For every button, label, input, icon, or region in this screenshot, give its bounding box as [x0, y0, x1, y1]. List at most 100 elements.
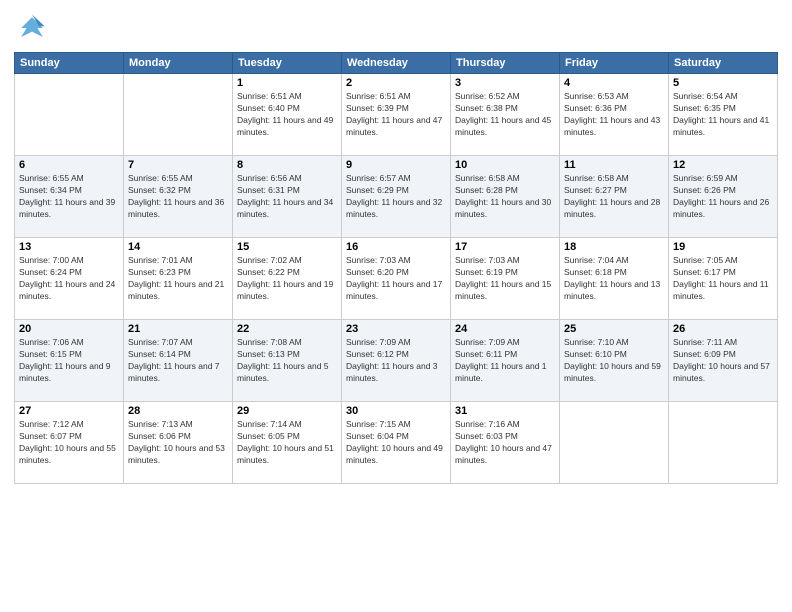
header-saturday: Saturday — [669, 53, 778, 74]
day-info: Sunrise: 7:00 AM Sunset: 6:24 PM Dayligh… — [19, 255, 119, 303]
table-row: 2 Sunrise: 6:51 AM Sunset: 6:39 PM Daylig… — [342, 74, 451, 156]
day-info: Sunrise: 7:03 AM Sunset: 6:19 PM Dayligh… — [455, 255, 555, 303]
day-number: 17 — [455, 241, 555, 253]
day-info: Sunrise: 6:58 AM Sunset: 6:27 PM Dayligh… — [564, 173, 664, 221]
day-number: 31 — [455, 405, 555, 417]
header-wednesday: Wednesday — [342, 53, 451, 74]
day-number: 7 — [128, 159, 228, 171]
day-info: Sunrise: 7:15 AM Sunset: 6:04 PM Dayligh… — [346, 419, 446, 467]
table-row — [669, 402, 778, 484]
table-row — [15, 74, 124, 156]
calendar-week-row: 27Sunrise: 7:12 AM Sunset: 6:07 PM Dayli… — [15, 402, 778, 484]
table-row: 1 Sunrise: 6:51 AM Sunset: 6:40 PM Daylig… — [233, 74, 342, 156]
table-row: 6 Sunrise: 6:55 AM Sunset: 6:34 PM Daylig… — [15, 156, 124, 238]
table-row: 7 Sunrise: 6:55 AM Sunset: 6:32 PM Daylig… — [124, 156, 233, 238]
table-row: 17 Sunrise: 7:03 AM Sunset: 6:19 PM Dayli… — [451, 238, 560, 320]
table-row — [124, 74, 233, 156]
table-row: 20 Sunrise: 7:06 AM Sunset: 6:15 PM Dayli… — [15, 320, 124, 402]
day-number: 12 — [673, 159, 773, 171]
day-number: 13 — [19, 241, 119, 253]
table-row: 31 Sunrise: 7:16 AM Sunset: 6:03 PM Dayli… — [451, 402, 560, 484]
header-thursday: Thursday — [451, 53, 560, 74]
day-info: Sunrise: 6:51 AM Sunset: 6:40 PM Dayligh… — [237, 91, 337, 139]
day-number: 28 — [128, 405, 228, 417]
day-number: 20 — [19, 323, 119, 335]
table-row: 22 Sunrise: 7:08 AM Sunset: 6:13 PM Dayli… — [233, 320, 342, 402]
day-info: Sunrise: 7:01 AM Sunset: 6:23 PM Dayligh… — [128, 255, 228, 303]
calendar-page: Sunday Monday Tuesday Wednesday Thursday… — [0, 0, 792, 612]
day-info: Sunrise: 7:09 AM Sunset: 6:11 PM Dayligh… — [455, 337, 555, 385]
day-info: Sunrise: 6:56 AM Sunset: 6:31 PM Dayligh… — [237, 173, 337, 221]
day-number: 27 — [19, 405, 119, 417]
table-row: 10 Sunrise: 6:58 AM Sunset: 6:28 PM Dayli… — [451, 156, 560, 238]
day-info: Sunrise: 7:02 AM Sunset: 6:22 PM Dayligh… — [237, 255, 337, 303]
table-row: 12 Sunrise: 6:59 AM Sunset: 6:26 PM Dayli… — [669, 156, 778, 238]
day-info: Sunrise: 7:11 AM Sunset: 6:09 PM Dayligh… — [673, 337, 773, 385]
table-row: 8 Sunrise: 6:56 AM Sunset: 6:31 PM Daylig… — [233, 156, 342, 238]
table-row: 13 Sunrise: 7:00 AM Sunset: 6:24 PM Dayli… — [15, 238, 124, 320]
table-row: 24Sunrise: 7:09 AM Sunset: 6:11 PM Dayli… — [451, 320, 560, 402]
table-row: 19 Sunrise: 7:05 AM Sunset: 6:17 PM Dayli… — [669, 238, 778, 320]
header-monday: Monday — [124, 53, 233, 74]
day-number: 29 — [237, 405, 337, 417]
day-number: 2 — [346, 77, 446, 89]
day-info: Sunrise: 6:55 AM Sunset: 6:34 PM Dayligh… — [19, 173, 119, 221]
day-info: Sunrise: 7:05 AM Sunset: 6:17 PM Dayligh… — [673, 255, 773, 303]
table-row: 21Sunrise: 7:07 AM Sunset: 6:14 PM Dayli… — [124, 320, 233, 402]
logo-icon — [14, 10, 50, 46]
table-row: 11 Sunrise: 6:58 AM Sunset: 6:27 PM Dayli… — [560, 156, 669, 238]
day-info: Sunrise: 7:04 AM Sunset: 6:18 PM Dayligh… — [564, 255, 664, 303]
table-row: 15 Sunrise: 7:02 AM Sunset: 6:22 PM Dayli… — [233, 238, 342, 320]
day-info: Sunrise: 6:55 AM Sunset: 6:32 PM Dayligh… — [128, 173, 228, 221]
day-number: 23 — [346, 323, 446, 335]
day-info: Sunrise: 7:13 AM Sunset: 6:06 PM Dayligh… — [128, 419, 228, 467]
table-row: 23 Sunrise: 7:09 AM Sunset: 6:12 PM Dayli… — [342, 320, 451, 402]
day-number: 14 — [128, 241, 228, 253]
table-row: 14 Sunrise: 7:01 AM Sunset: 6:23 PM Dayli… — [124, 238, 233, 320]
day-info: Sunrise: 6:59 AM Sunset: 6:26 PM Dayligh… — [673, 173, 773, 221]
table-row: 5 Sunrise: 6:54 AM Sunset: 6:35 PM Daylig… — [669, 74, 778, 156]
day-info: Sunrise: 6:54 AM Sunset: 6:35 PM Dayligh… — [673, 91, 773, 139]
day-number: 15 — [237, 241, 337, 253]
day-number: 22 — [237, 323, 337, 335]
table-row: 3Sunrise: 6:52 AM Sunset: 6:38 PM Daylig… — [451, 74, 560, 156]
day-number: 11 — [564, 159, 664, 171]
table-row: 30 Sunrise: 7:15 AM Sunset: 6:04 PM Dayli… — [342, 402, 451, 484]
day-number: 19 — [673, 241, 773, 253]
day-number: 9 — [346, 159, 446, 171]
day-number: 30 — [346, 405, 446, 417]
header-tuesday: Tuesday — [233, 53, 342, 74]
calendar-week-row: 1 Sunrise: 6:51 AM Sunset: 6:40 PM Daylig… — [15, 74, 778, 156]
table-row: 9 Sunrise: 6:57 AM Sunset: 6:29 PM Daylig… — [342, 156, 451, 238]
day-number: 18 — [564, 241, 664, 253]
table-row: 29 Sunrise: 7:14 AM Sunset: 6:05 PM Dayli… — [233, 402, 342, 484]
day-number: 5 — [673, 77, 773, 89]
table-row — [560, 402, 669, 484]
header-sunday: Sunday — [15, 53, 124, 74]
table-row: 27Sunrise: 7:12 AM Sunset: 6:07 PM Dayli… — [15, 402, 124, 484]
day-info: Sunrise: 7:10 AM Sunset: 6:10 PM Dayligh… — [564, 337, 664, 385]
day-number: 1 — [237, 77, 337, 89]
logo — [14, 10, 54, 46]
table-row: 18 Sunrise: 7:04 AM Sunset: 6:18 PM Dayli… — [560, 238, 669, 320]
day-number: 4 — [564, 77, 664, 89]
table-row: 28 Sunrise: 7:13 AM Sunset: 6:06 PM Dayli… — [124, 402, 233, 484]
day-info: Sunrise: 7:09 AM Sunset: 6:12 PM Dayligh… — [346, 337, 446, 385]
day-number: 6 — [19, 159, 119, 171]
day-info: Sunrise: 7:14 AM Sunset: 6:05 PM Dayligh… — [237, 419, 337, 467]
day-number: 8 — [237, 159, 337, 171]
day-info: Sunrise: 6:57 AM Sunset: 6:29 PM Dayligh… — [346, 173, 446, 221]
day-info: Sunrise: 7:08 AM Sunset: 6:13 PM Dayligh… — [237, 337, 337, 385]
header-friday: Friday — [560, 53, 669, 74]
table-row: 16Sunrise: 7:03 AM Sunset: 6:20 PM Dayli… — [342, 238, 451, 320]
day-info: Sunrise: 7:07 AM Sunset: 6:14 PM Dayligh… — [128, 337, 228, 385]
day-info: Sunrise: 6:52 AM Sunset: 6:38 PM Dayligh… — [455, 91, 555, 139]
day-info: Sunrise: 7:16 AM Sunset: 6:03 PM Dayligh… — [455, 419, 555, 467]
day-info: Sunrise: 6:51 AM Sunset: 6:39 PM Dayligh… — [346, 91, 446, 139]
day-info: Sunrise: 7:06 AM Sunset: 6:15 PM Dayligh… — [19, 337, 119, 385]
day-number: 16 — [346, 241, 446, 253]
table-row: 4Sunrise: 6:53 AM Sunset: 6:36 PM Daylig… — [560, 74, 669, 156]
day-info: Sunrise: 6:58 AM Sunset: 6:28 PM Dayligh… — [455, 173, 555, 221]
day-number: 10 — [455, 159, 555, 171]
table-row: 25Sunrise: 7:10 AM Sunset: 6:10 PM Dayli… — [560, 320, 669, 402]
